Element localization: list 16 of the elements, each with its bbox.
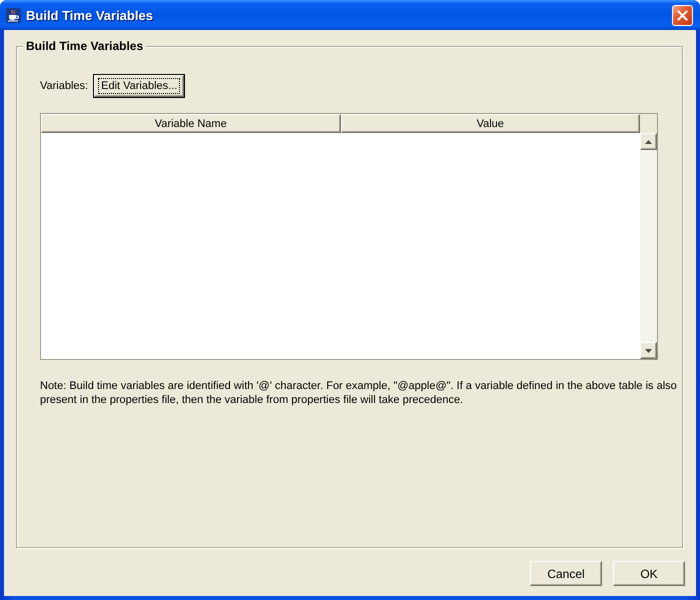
column-header[interactable]: Value: [340, 114, 640, 133]
column-header[interactable]: Variable Name: [41, 114, 340, 133]
ok-button[interactable]: OK: [613, 561, 685, 586]
scroll-up-button[interactable]: [640, 133, 657, 150]
group-title: Build Time Variables: [23, 39, 146, 53]
edit-variables-button[interactable]: Edit Variables...: [94, 75, 184, 97]
variables-label: Variables:: [40, 80, 88, 92]
close-button[interactable]: [672, 4, 693, 26]
scroll-down-button[interactable]: [640, 342, 657, 359]
up-triangle-icon: [645, 140, 652, 144]
down-triangle-icon: [645, 348, 652, 352]
cup-icon: [6, 8, 21, 22]
close-icon: [677, 10, 688, 20]
cancel-button[interactable]: Cancel: [530, 561, 602, 586]
note-text: Note: Build time variables are identified with '@' character. For example, "@apple@". If a variable defined in the above table is also present in the properties file, then the variable from properties file will take precedence.: [40, 379, 678, 407]
window-title: Build Time Variables: [26, 8, 154, 22]
